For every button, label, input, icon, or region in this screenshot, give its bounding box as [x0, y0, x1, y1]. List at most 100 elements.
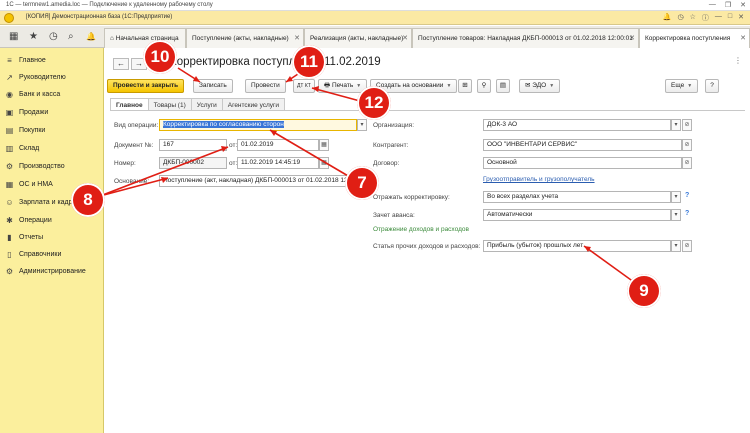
app-title-icons: 🔔 ◷ ☆ ⓘ — □ ✕: [663, 13, 744, 23]
doc-number-input[interactable]: 167: [159, 139, 227, 151]
dt-kt-button[interactable]: ДТ КТ: [293, 79, 315, 93]
organization-input[interactable]: ДОК-3 АО: [483, 119, 671, 131]
search-icon[interactable]: ⌕: [68, 31, 74, 42]
callout-10: 10: [143, 40, 177, 74]
warehouse-icon: ▥: [5, 143, 14, 153]
structure-icon[interactable]: ⊞: [458, 79, 472, 93]
close-tab-icon[interactable]: ✕: [740, 34, 746, 42]
menu-icon: ≡: [7, 55, 12, 65]
calendar-icon[interactable]: ▦: [319, 139, 329, 151]
info-icon[interactable]: ⓘ: [702, 13, 709, 23]
tab-receipt-invoice[interactable]: Поступление товаров: Накладная ДКБП-0000…: [412, 28, 639, 48]
organization-dropdown-icon[interactable]: ▾: [671, 119, 681, 131]
other-income-input[interactable]: Прибыль (убыток) прошлых лет: [483, 240, 671, 252]
income-expense-group-title: Отражение доходов и расходов: [373, 226, 469, 233]
reflect-dropdown-icon[interactable]: ▾: [671, 191, 681, 203]
operation-type-dropdown-icon[interactable]: ▾: [357, 119, 367, 131]
close-tab-icon[interactable]: ✕: [294, 34, 300, 42]
contract-label: Договор:: [373, 160, 400, 167]
tab-sales[interactable]: Реализация (акты, накладные) ✕: [304, 28, 412, 48]
post-button[interactable]: Провести: [245, 79, 286, 93]
post-and-close-button[interactable]: Провести и закрыть: [107, 79, 185, 93]
document-form: ← → ☆ Корректировка поступления 11.02.20…: [105, 48, 750, 433]
edo-button[interactable]: ✉ ЭДО ▼: [519, 79, 561, 93]
chevron-down-icon: ▼: [356, 83, 362, 89]
app-title: [КОПИЯ] Демонстрационная база (1С:Предпр…: [26, 14, 173, 20]
other-income-dropdown-icon[interactable]: ▾: [671, 240, 681, 252]
tab-receipt-adjustment[interactable]: Корректировка поступления ✕: [639, 28, 750, 48]
counterparty-label: Контрагент:: [373, 142, 409, 149]
doc-number-label: Документ №:: [114, 142, 154, 149]
close-tab-icon[interactable]: ✕: [402, 34, 408, 42]
other-income-open-icon[interactable]: ⊘: [682, 240, 692, 252]
close-tab-icon[interactable]: ✕: [629, 34, 635, 42]
calendar-icon[interactable]: ▦: [319, 157, 329, 169]
payroll-icon: ☺: [5, 197, 14, 207]
trend-icon: ↗: [6, 72, 13, 82]
page-title: Корректировка поступления 11.02.2019: [170, 56, 381, 68]
reflect-adjustment-select[interactable]: Во всех разделах учета: [483, 191, 671, 203]
sidebar-item-warehouse[interactable]: ▥ Склад: [0, 140, 104, 156]
shipper-consignee-link[interactable]: Грузоотправитель и грузополучатель: [483, 176, 595, 183]
sidebar-item-directories[interactable]: ▯ Справочники: [0, 246, 104, 262]
app-close-icon[interactable]: ✕: [738, 13, 744, 23]
directories-icon: ▯: [7, 249, 12, 259]
contract-input[interactable]: Основной: [483, 157, 682, 169]
app-maximize-icon[interactable]: □: [728, 13, 732, 23]
number-date-input[interactable]: 11.02.2019 14:45:19: [237, 157, 319, 169]
callout-9: 9: [627, 274, 661, 308]
restore-icon[interactable]: ❐: [725, 1, 731, 9]
sidebar-item-admin[interactable]: ⚙ Администрирование: [0, 263, 104, 279]
counterparty-open-icon[interactable]: ⊘: [682, 139, 692, 151]
sidebar-item-main[interactable]: ≡ Главное: [0, 52, 104, 68]
attachment-icon[interactable]: ⚲: [477, 79, 491, 93]
star-icon[interactable]: ☆: [690, 13, 696, 23]
sales-icon: ▣: [5, 107, 14, 117]
callout-7: 7: [345, 166, 379, 200]
apps-grid-icon[interactable]: ▦: [9, 31, 18, 42]
rdp-title-bar: 1С — termnew1.amedia.loc — Подключение к…: [0, 0, 750, 11]
advance-offset-label: Зачет аванса:: [373, 212, 415, 219]
sidebar-item-bank[interactable]: ◉ Банк и касса: [0, 86, 104, 102]
sidebar-item-sales[interactable]: ▣ Продажи: [0, 104, 104, 120]
chevron-down-icon: ▼: [687, 83, 693, 89]
operations-icon: ✱: [6, 215, 13, 225]
sidebar-item-purchases[interactable]: ▤ Покупки: [0, 122, 104, 138]
tab-receipts[interactable]: Поступление (акты, накладные) ✕: [186, 28, 304, 48]
counterparty-input[interactable]: ООО "ИНВЕНТАРИ СЕРВИС": [483, 139, 682, 151]
more-icon[interactable]: ⋮: [734, 56, 742, 65]
operation-type-label: Вид операции:: [114, 122, 159, 129]
help-question-icon[interactable]: ?: [685, 210, 689, 217]
help-button[interactable]: ?: [705, 79, 719, 93]
history-icon[interactable]: ◷: [49, 31, 58, 42]
organization-open-icon[interactable]: ⊘: [682, 119, 692, 131]
print-button[interactable]: 🖶 Печать ▼: [318, 79, 368, 93]
doc-date-input[interactable]: 01.02.2019: [237, 139, 319, 151]
help-question-icon[interactable]: ?: [685, 192, 689, 199]
advance-offset-select[interactable]: Автоматически: [483, 209, 671, 221]
advance-dropdown-icon[interactable]: ▾: [671, 209, 681, 221]
close-icon[interactable]: ✕: [740, 1, 746, 9]
notification-bell-icon[interactable]: 🔔: [663, 13, 672, 23]
save-button[interactable]: Записать: [193, 79, 233, 93]
production-icon: ⚙: [5, 161, 14, 171]
reports-icon: ▮: [7, 232, 12, 242]
history-icon[interactable]: ◷: [678, 13, 684, 23]
notification-icon[interactable]: 🔔: [86, 32, 96, 41]
report-icon[interactable]: ▤: [496, 79, 510, 93]
operation-type-select[interactable]: Корректировка по согласованию сторон: [159, 119, 357, 131]
contract-open-icon[interactable]: ⊘: [682, 157, 692, 169]
rdp-window-title: 1С — termnew1.amedia.loc — Подключение к…: [6, 2, 213, 8]
number-input[interactable]: ДКБП-000002: [159, 157, 227, 169]
app-minimize-icon[interactable]: —: [715, 13, 722, 23]
back-button[interactable]: ←: [113, 58, 129, 70]
sidebar-item-management[interactable]: ↗ Руководителю: [0, 69, 104, 85]
callout-11: 11: [292, 45, 326, 79]
minimize-icon[interactable]: —: [709, 1, 716, 9]
sidebar-item-production[interactable]: ⚙ Производство: [0, 158, 104, 174]
tab-home-page[interactable]: ⌂ Начальная страница: [104, 28, 186, 48]
sidebar-item-reports[interactable]: ▮ Отчеты: [0, 229, 104, 245]
more-actions-button[interactable]: Еще ▼: [665, 79, 699, 93]
basis-input[interactable]: Поступление (акт, накладная) ДКБП-000013…: [159, 175, 357, 187]
favorites-star-icon[interactable]: ★: [29, 31, 38, 42]
